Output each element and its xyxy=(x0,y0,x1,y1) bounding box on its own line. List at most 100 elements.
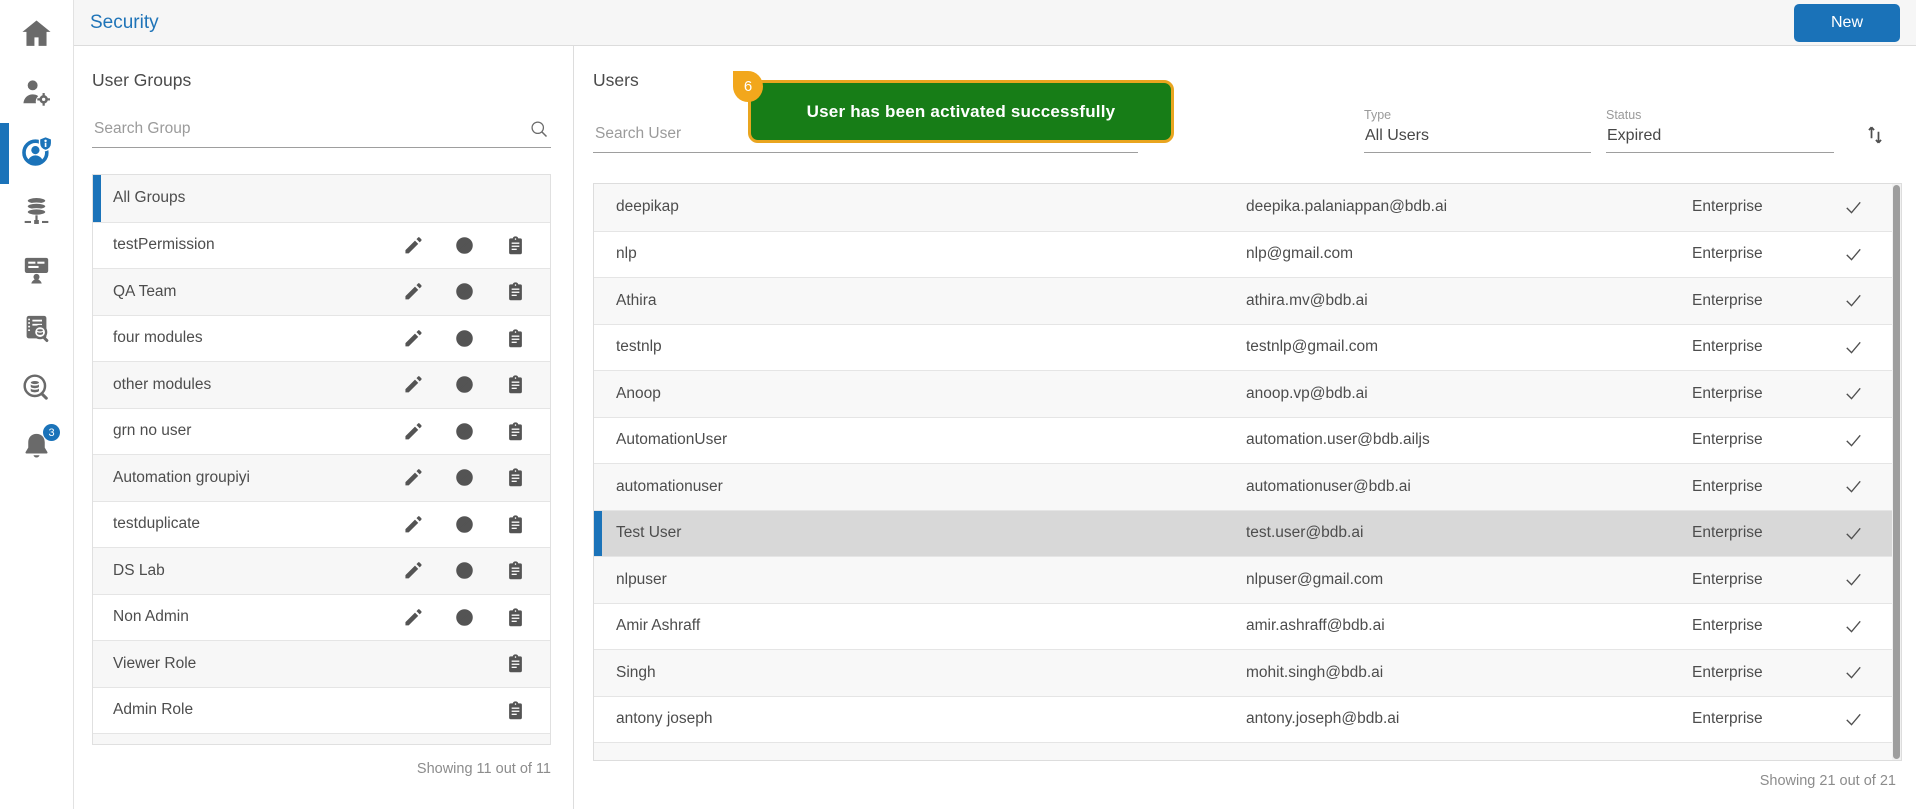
user-email: deepika.palaniappan@bdb.ai xyxy=(1246,198,1692,216)
disable-group-icon[interactable] xyxy=(453,420,475,442)
user-groups-title: User Groups xyxy=(92,70,551,92)
user-row[interactable]: nlpuser nlpuser@gmail.com Enterprise xyxy=(594,556,1901,603)
user-row[interactable]: automationuser automationuser@bdb.ai Ent… xyxy=(594,463,1901,510)
sidebar-item-training[interactable] xyxy=(0,242,73,301)
sidebar-item-data-search[interactable] xyxy=(0,360,73,419)
group-actions xyxy=(504,699,526,721)
disable-group-icon[interactable] xyxy=(453,513,475,535)
edit-group-icon[interactable] xyxy=(402,420,424,442)
sidebar-item-audit[interactable] xyxy=(0,301,73,360)
active-check-icon[interactable] xyxy=(1832,617,1874,636)
user-row[interactable]: deepikap deepika.palaniappan@bdb.ai Ente… xyxy=(594,184,1901,231)
user-row[interactable]: testnlp testnlp@gmail.com Enterprise xyxy=(594,324,1901,371)
group-row[interactable]: Non Admin xyxy=(93,594,550,641)
group-permissions-icon[interactable] xyxy=(504,653,526,675)
edit-group-icon[interactable] xyxy=(402,513,424,535)
disable-group-icon[interactable] xyxy=(453,467,475,489)
active-check-icon[interactable] xyxy=(1832,384,1874,403)
disable-group-icon[interactable] xyxy=(453,560,475,582)
disable-group-icon[interactable] xyxy=(453,327,475,349)
group-permissions-icon[interactable] xyxy=(504,513,526,535)
disable-group-icon[interactable] xyxy=(453,374,475,396)
sidebar-item-security[interactable] xyxy=(0,124,73,183)
group-permissions-icon[interactable] xyxy=(504,420,526,442)
search-icon[interactable] xyxy=(529,119,549,139)
users-table: deepikap deepika.palaniappan@bdb.ai Ente… xyxy=(593,183,1902,761)
user-type: Enterprise xyxy=(1692,664,1832,682)
scrollbar-thumb[interactable] xyxy=(1893,185,1900,759)
new-button[interactable]: New xyxy=(1794,4,1900,42)
sidebar-item-data[interactable] xyxy=(0,183,73,242)
group-permissions-icon[interactable] xyxy=(504,467,526,489)
group-name: testduplicate xyxy=(113,515,402,533)
audit-log-icon xyxy=(20,312,53,350)
edit-group-icon[interactable] xyxy=(402,606,424,628)
sidebar-item-home[interactable] xyxy=(0,6,73,65)
active-check-icon[interactable] xyxy=(1832,570,1874,589)
group-actions xyxy=(402,420,526,442)
group-row[interactable]: testduplicate xyxy=(93,501,550,548)
group-permissions-icon[interactable] xyxy=(504,327,526,349)
user-row[interactable]: AutomationUser automation.user@bdb.ailjs… xyxy=(594,417,1901,464)
active-check-icon[interactable] xyxy=(1832,245,1874,264)
user-row[interactable]: Amir Ashraff amir.ashraff@bdb.ai Enterpr… xyxy=(594,603,1901,650)
edit-group-icon[interactable] xyxy=(402,560,424,582)
group-row[interactable]: other modules xyxy=(93,361,550,408)
status-filter-value[interactable]: Expired xyxy=(1606,123,1834,153)
active-check-icon[interactable] xyxy=(1832,431,1874,450)
active-check-icon[interactable] xyxy=(1832,338,1874,357)
status-filter[interactable]: Status Expired xyxy=(1606,108,1834,153)
disable-group-icon[interactable] xyxy=(453,234,475,256)
sort-icon[interactable] xyxy=(1864,123,1886,147)
active-check-icon[interactable] xyxy=(1832,710,1874,729)
sidebar-item-notifications[interactable]: 3 xyxy=(0,419,73,478)
group-row[interactable]: Admin Role xyxy=(93,687,550,734)
active-check-icon[interactable] xyxy=(1832,291,1874,310)
user-name: Test User xyxy=(616,524,1246,542)
group-row[interactable]: four modules xyxy=(93,315,550,362)
edit-group-icon[interactable] xyxy=(402,467,424,489)
users-scrollbar[interactable] xyxy=(1892,184,1901,760)
group-row[interactable]: testPermission xyxy=(93,222,550,269)
group-permissions-icon[interactable] xyxy=(504,374,526,396)
active-check-icon[interactable] xyxy=(1832,663,1874,682)
user-row[interactable]: Test User test.user@bdb.ai Enterprise xyxy=(594,510,1901,557)
user-name: nlpuser xyxy=(616,571,1246,589)
user-email: nlp@gmail.com xyxy=(1246,245,1692,263)
user-email: nlpuser@gmail.com xyxy=(1246,571,1692,589)
group-permissions-icon[interactable] xyxy=(504,234,526,256)
active-check-icon[interactable] xyxy=(1832,524,1874,543)
group-search-input[interactable] xyxy=(92,120,551,147)
group-row[interactable]: All Groups xyxy=(93,175,550,222)
edit-group-icon[interactable] xyxy=(402,281,424,303)
type-filter-value[interactable]: All Users xyxy=(1364,123,1591,153)
partial-user-row xyxy=(594,742,1901,760)
content: User Groups All Groups xyxy=(74,46,1916,809)
group-permissions-icon[interactable] xyxy=(504,560,526,582)
user-row[interactable]: Anoop anoop.vp@bdb.ai Enterprise xyxy=(594,370,1901,417)
group-row[interactable]: DS Lab xyxy=(93,547,550,594)
group-actions xyxy=(504,653,526,675)
disable-group-icon[interactable] xyxy=(453,606,475,628)
edit-group-icon[interactable] xyxy=(402,327,424,349)
group-row[interactable]: QA Team xyxy=(93,268,550,315)
user-row[interactable]: nlp nlp@gmail.com Enterprise xyxy=(594,231,1901,278)
user-row[interactable]: antony joseph antony.joseph@bdb.ai Enter… xyxy=(594,696,1901,743)
user-row[interactable]: Athira athira.mv@bdb.ai Enterprise xyxy=(594,277,1901,324)
group-row[interactable]: Viewer Role xyxy=(93,640,550,687)
group-row[interactable]: Automation groupiyi xyxy=(93,454,550,501)
user-row[interactable]: Singh mohit.singh@bdb.ai Enterprise xyxy=(594,649,1901,696)
group-permissions-icon[interactable] xyxy=(504,699,526,721)
training-board-icon xyxy=(20,253,53,291)
active-check-icon[interactable] xyxy=(1832,477,1874,496)
group-permissions-icon[interactable] xyxy=(504,281,526,303)
edit-group-icon[interactable] xyxy=(402,234,424,256)
active-check-icon[interactable] xyxy=(1832,198,1874,217)
edit-group-icon[interactable] xyxy=(402,374,424,396)
nav-rail: 3 xyxy=(0,0,74,809)
group-row[interactable]: grn no user xyxy=(93,408,550,455)
sidebar-item-user-admin[interactable] xyxy=(0,65,73,124)
type-filter[interactable]: Type All Users xyxy=(1364,108,1591,153)
group-permissions-icon[interactable] xyxy=(504,606,526,628)
disable-group-icon[interactable] xyxy=(453,281,475,303)
